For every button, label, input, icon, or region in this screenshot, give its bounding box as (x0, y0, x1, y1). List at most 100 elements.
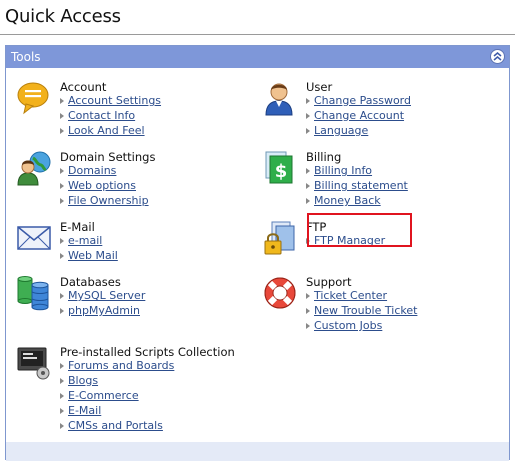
link-list: Domains Web options File Ownership (60, 164, 149, 209)
section-title: Billing (306, 150, 342, 164)
link-language[interactable]: Language (314, 124, 368, 137)
arrow-right-icon (306, 308, 310, 314)
list-item: e-mail (60, 234, 118, 249)
link-cmss-and-portals[interactable]: CMSs and Portals (68, 419, 163, 432)
arrow-right-icon (306, 113, 310, 119)
ftp-lock-icon (262, 220, 298, 256)
highlight-box (307, 213, 412, 247)
user-icon (262, 80, 298, 116)
list-item: Change Account (306, 109, 411, 124)
link-mysql-server[interactable]: MySQL Server (68, 289, 145, 302)
list-item: Contact Info (60, 109, 161, 124)
database-icon (16, 275, 52, 311)
link-blogs[interactable]: Blogs (68, 374, 98, 387)
link-list: Account Settings Contact Info Look And F… (60, 94, 161, 139)
speech-bubble-icon (16, 80, 52, 116)
list-item: phpMyAdmin (60, 304, 145, 319)
arrow-right-icon (60, 408, 64, 414)
link-list: Billing Info Billing statement Money Bac… (306, 164, 408, 209)
panel-header: Tools (6, 46, 509, 68)
section-title: Account (60, 80, 107, 94)
link-account-settings[interactable]: Account Settings (68, 94, 161, 107)
scripts-monitor-icon (16, 345, 52, 381)
list-item: E-Commerce (60, 389, 174, 404)
link-list: e-mail Web Mail (60, 234, 118, 264)
list-item: Web options (60, 179, 149, 194)
list-item: Domains (60, 164, 149, 179)
link-billing-statement[interactable]: Billing statement (314, 179, 408, 192)
list-item: Billing Info (306, 164, 408, 179)
link-domains[interactable]: Domains (68, 164, 116, 177)
link-list: Change Password Change Account Language (306, 94, 411, 139)
arrow-right-icon (60, 113, 64, 119)
arrow-right-icon (60, 423, 64, 429)
arrow-right-icon (60, 128, 64, 134)
list-item: Ticket Center (306, 289, 417, 304)
list-item: New Trouble Ticket (306, 304, 417, 319)
link-new-trouble-ticket[interactable]: New Trouble Ticket (314, 304, 417, 317)
list-item: Change Password (306, 94, 411, 109)
link-list: Ticket Center New Trouble Ticket Custom … (306, 289, 417, 334)
list-item: Web Mail (60, 249, 118, 264)
link-list: MySQL Server phpMyAdmin (60, 289, 145, 319)
link-change-account[interactable]: Change Account (314, 109, 404, 122)
link-contact-info[interactable]: Contact Info (68, 109, 135, 122)
list-item: CMSs and Portals (60, 419, 174, 434)
list-item: Account Settings (60, 94, 161, 109)
arrow-right-icon (60, 183, 64, 189)
list-item: Blogs (60, 374, 174, 389)
list-item: File Ownership (60, 194, 149, 209)
tools-panel: Tools Account Account Settings Contact I… (5, 45, 510, 461)
list-item: Language (306, 124, 411, 139)
link-change-password[interactable]: Change Password (314, 94, 411, 107)
link-custom-jobs[interactable]: Custom Jobs (314, 319, 382, 332)
link-money-back[interactable]: Money Back (314, 194, 381, 207)
link-look-and-feel[interactable]: Look And Feel (68, 124, 145, 137)
list-item: Custom Jobs (306, 319, 417, 334)
page-title: Quick Access (5, 6, 121, 27)
section-title: User (306, 80, 333, 94)
arrow-right-icon (60, 393, 64, 399)
arrow-right-icon (60, 198, 64, 204)
section-title: Databases (60, 275, 121, 289)
arrow-right-icon (306, 183, 310, 189)
link-web-options[interactable]: Web options (68, 179, 136, 192)
section-title: Support (306, 275, 352, 289)
link-forums-and-boards[interactable]: Forums and Boards (68, 359, 174, 372)
section-title: Pre-installed Scripts Collection (60, 345, 235, 359)
domain-user-globe-icon (16, 150, 52, 186)
link-phpmyadmin[interactable]: phpMyAdmin (68, 304, 140, 317)
arrow-right-icon (60, 378, 64, 384)
arrow-right-icon (306, 323, 310, 329)
arrow-right-icon (306, 198, 310, 204)
arrow-right-icon (306, 168, 310, 174)
title-divider (0, 34, 515, 35)
list-item: MySQL Server (60, 289, 145, 304)
envelope-icon (16, 220, 52, 256)
arrow-right-icon (306, 128, 310, 134)
link-billing-info[interactable]: Billing Info (314, 164, 372, 177)
arrow-right-icon (306, 98, 310, 104)
link-e-mail[interactable]: e-mail (68, 234, 102, 247)
link-e-commerce[interactable]: E-Commerce (68, 389, 139, 402)
section-title: E-Mail (60, 220, 95, 234)
svg-text:$: $ (275, 161, 288, 182)
link-web-mail[interactable]: Web Mail (68, 249, 118, 262)
list-item: E-Mail (60, 404, 174, 419)
arrow-right-icon (306, 293, 310, 299)
link-list: Forums and Boards Blogs E-Commerce E-Mai… (60, 359, 174, 434)
list-item: Billing statement (306, 179, 408, 194)
link-file-ownership[interactable]: File Ownership (68, 194, 149, 207)
billing-dollar-icon: $ (262, 150, 298, 186)
panel-footer (6, 442, 509, 461)
section-title: Domain Settings (60, 150, 156, 164)
link-scripts-e-mail[interactable]: E-Mail (68, 404, 101, 417)
link-ticket-center[interactable]: Ticket Center (314, 289, 387, 302)
panel-header-label: Tools (11, 50, 41, 64)
lifebuoy-icon (262, 275, 298, 311)
list-item: Money Back (306, 194, 408, 209)
collapse-button[interactable] (490, 49, 505, 64)
double-chevron-up-icon (493, 52, 502, 61)
arrow-right-icon (60, 253, 64, 259)
list-item: Forums and Boards (60, 359, 174, 374)
